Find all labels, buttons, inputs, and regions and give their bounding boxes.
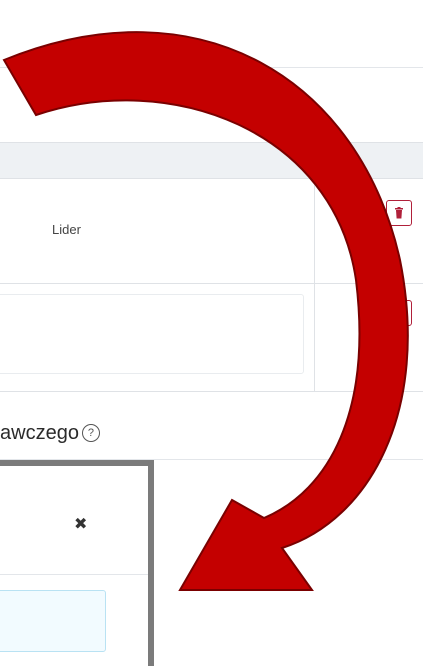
close-icon[interactable]: ✖ [74,514,87,534]
role-input[interactable] [0,294,304,374]
help-icon[interactable]: ? [81,424,100,442]
table-header [0,143,423,179]
trash-icon [395,207,403,219]
modal-input[interactable] [0,590,106,652]
modal-header-divider [0,574,148,575]
section-title-text: awczego [0,422,79,444]
trash-icon [395,307,403,319]
section-heading: awczego? [0,422,100,445]
members-table: Lider [0,142,423,392]
top-divider [0,67,423,68]
table-row [0,284,423,391]
modal-dialog: ✖ [0,460,154,666]
delete-row-button[interactable] [386,300,412,326]
role-cell: Lider [52,222,81,237]
delete-row-button[interactable] [386,200,412,226]
table-row: Lider [0,179,423,284]
